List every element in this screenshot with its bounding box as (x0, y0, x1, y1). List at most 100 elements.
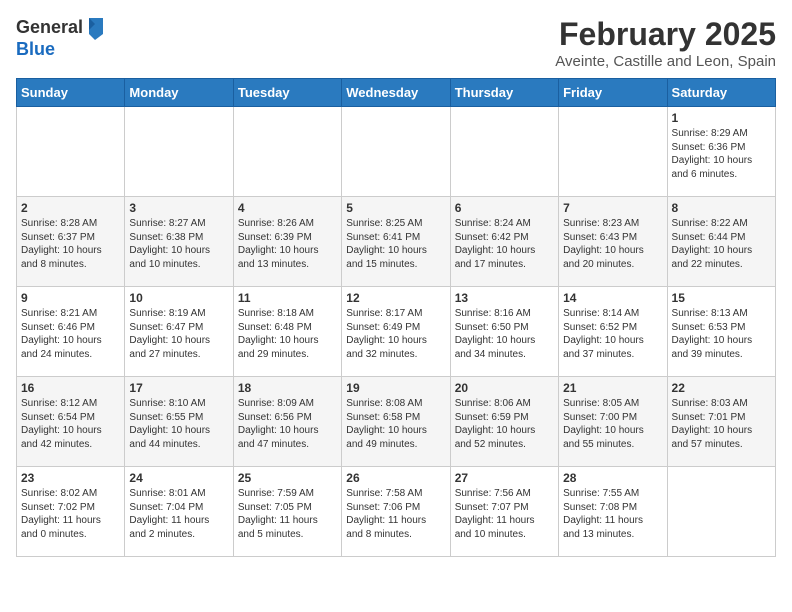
subtitle: Aveinte, Castille and Leon, Spain (555, 53, 776, 70)
day-info: Sunrise: 8:18 AM Sunset: 6:48 PM Dayligh… (238, 307, 337, 361)
day-info: Sunrise: 8:19 AM Sunset: 6:47 PM Dayligh… (129, 307, 228, 361)
day-info: Sunrise: 8:14 AM Sunset: 6:52 PM Dayligh… (563, 307, 662, 361)
day-number: 21 (563, 381, 662, 395)
day-info: Sunrise: 8:24 AM Sunset: 6:42 PM Dayligh… (455, 217, 554, 271)
calendar-week-row: 1 Sunrise: 8:29 AM Sunset: 6:36 PM Daylig… (17, 107, 776, 197)
title-area: February 2025 Aveinte, Castille and Leon… (555, 16, 776, 70)
day-info: Sunrise: 8:21 AM Sunset: 6:46 PM Dayligh… (21, 307, 120, 361)
day-info: Sunrise: 8:06 AM Sunset: 6:59 PM Dayligh… (455, 397, 554, 451)
calendar-day-cell: 3 Sunrise: 8:27 AM Sunset: 6:38 PM Daylig… (125, 197, 233, 287)
logo-icon (85, 16, 105, 40)
calendar-day-cell: 9 Sunrise: 8:21 AM Sunset: 6:46 PM Daylig… (17, 287, 125, 377)
weekday-header-cell: Sunday (17, 79, 125, 107)
calendar-day-cell: 16Sunrise: 8:12 AM Sunset: 6:54 PM Dayli… (17, 377, 125, 467)
day-number: 28 (563, 471, 662, 485)
calendar-day-cell: 25 Sunrise: 7:59 AM Sunset: 7:05 PM Dayli… (233, 467, 341, 557)
calendar-day-cell (233, 107, 341, 197)
calendar-week-row: 16Sunrise: 8:12 AM Sunset: 6:54 PM Dayli… (17, 377, 776, 467)
calendar-day-cell: 27 Sunrise: 7:56 AM Sunset: 7:07 PM Dayli… (450, 467, 558, 557)
day-info: Sunrise: 7:59 AM Sunset: 7:05 PM Dayligh… (238, 487, 337, 541)
day-info: Sunrise: 8:01 AM Sunset: 7:04 PM Dayligh… (129, 487, 228, 541)
day-number: 27 (455, 471, 554, 485)
weekday-header-cell: Thursday (450, 79, 558, 107)
day-number: 7 (563, 201, 662, 215)
calendar-day-cell: 8 Sunrise: 8:22 AM Sunset: 6:44 PM Daylig… (667, 197, 775, 287)
day-info: Sunrise: 8:03 AM Sunset: 7:01 PM Dayligh… (672, 397, 771, 451)
day-number: 18 (238, 381, 337, 395)
calendar-day-cell: 23 Sunrise: 8:02 AM Sunset: 7:02 PM Dayli… (17, 467, 125, 557)
day-number: 12 (346, 291, 445, 305)
day-info: Sunrise: 8:28 AM Sunset: 6:37 PM Dayligh… (21, 217, 120, 271)
day-info: Sunrise: 7:55 AM Sunset: 7:08 PM Dayligh… (563, 487, 662, 541)
calendar-day-cell: 7 Sunrise: 8:23 AM Sunset: 6:43 PM Daylig… (559, 197, 667, 287)
calendar-day-cell (125, 107, 233, 197)
day-info: Sunrise: 8:16 AM Sunset: 6:50 PM Dayligh… (455, 307, 554, 361)
day-number: 8 (672, 201, 771, 215)
day-info: Sunrise: 8:13 AM Sunset: 6:53 PM Dayligh… (672, 307, 771, 361)
day-number: 10 (129, 291, 228, 305)
day-info: Sunrise: 7:56 AM Sunset: 7:07 PM Dayligh… (455, 487, 554, 541)
day-number: 22 (672, 381, 771, 395)
day-info: Sunrise: 8:17 AM Sunset: 6:49 PM Dayligh… (346, 307, 445, 361)
calendar-day-cell: 5Sunrise: 8:25 AM Sunset: 6:41 PM Daylig… (342, 197, 450, 287)
calendar-day-cell: 10 Sunrise: 8:19 AM Sunset: 6:47 PM Dayli… (125, 287, 233, 377)
day-number: 1 (672, 111, 771, 125)
day-info: Sunrise: 8:05 AM Sunset: 7:00 PM Dayligh… (563, 397, 662, 451)
weekday-header-row: SundayMondayTuesdayWednesdayThursdayFrid… (17, 79, 776, 107)
day-info: Sunrise: 7:58 AM Sunset: 7:06 PM Dayligh… (346, 487, 445, 541)
calendar-day-cell: 2 Sunrise: 8:28 AM Sunset: 6:37 PM Daylig… (17, 197, 125, 287)
day-number: 11 (238, 291, 337, 305)
day-info: Sunrise: 8:23 AM Sunset: 6:43 PM Dayligh… (563, 217, 662, 271)
page-header: General Blue February 2025 Aveinte, Cast… (16, 16, 776, 70)
day-number: 15 (672, 291, 771, 305)
day-info: Sunrise: 8:09 AM Sunset: 6:56 PM Dayligh… (238, 397, 337, 451)
day-number: 26 (346, 471, 445, 485)
calendar-day-cell: 19 Sunrise: 8:08 AM Sunset: 6:58 PM Dayli… (342, 377, 450, 467)
calendar-day-cell (342, 107, 450, 197)
calendar-day-cell: 14Sunrise: 8:14 AM Sunset: 6:52 PM Dayli… (559, 287, 667, 377)
calendar-day-cell: 1 Sunrise: 8:29 AM Sunset: 6:36 PM Daylig… (667, 107, 775, 197)
calendar-day-cell: 12 Sunrise: 8:17 AM Sunset: 6:49 PM Dayli… (342, 287, 450, 377)
logo-blue-text: Blue (16, 40, 105, 60)
calendar-day-cell: 11 Sunrise: 8:18 AM Sunset: 6:48 PM Dayli… (233, 287, 341, 377)
calendar-day-cell: 28 Sunrise: 7:55 AM Sunset: 7:08 PM Dayli… (559, 467, 667, 557)
day-number: 2 (21, 201, 120, 215)
day-number: 24 (129, 471, 228, 485)
day-number: 25 (238, 471, 337, 485)
calendar-day-cell: 21 Sunrise: 8:05 AM Sunset: 7:00 PM Dayli… (559, 377, 667, 467)
day-number: 20 (455, 381, 554, 395)
day-number: 4 (238, 201, 337, 215)
weekday-header-cell: Monday (125, 79, 233, 107)
day-info: Sunrise: 8:22 AM Sunset: 6:44 PM Dayligh… (672, 217, 771, 271)
day-number: 6 (455, 201, 554, 215)
day-info: Sunrise: 8:10 AM Sunset: 6:55 PM Dayligh… (129, 397, 228, 451)
calendar-table: SundayMondayTuesdayWednesdayThursdayFrid… (16, 78, 776, 557)
day-number: 23 (21, 471, 120, 485)
weekday-header-cell: Wednesday (342, 79, 450, 107)
weekday-header-cell: Saturday (667, 79, 775, 107)
calendar-day-cell: 22 Sunrise: 8:03 AM Sunset: 7:01 PM Dayli… (667, 377, 775, 467)
day-info: Sunrise: 8:27 AM Sunset: 6:38 PM Dayligh… (129, 217, 228, 271)
main-title: February 2025 (555, 16, 776, 53)
calendar-day-cell: 24 Sunrise: 8:01 AM Sunset: 7:04 PM Dayli… (125, 467, 233, 557)
calendar-week-row: 9 Sunrise: 8:21 AM Sunset: 6:46 PM Daylig… (17, 287, 776, 377)
calendar-day-cell: 4Sunrise: 8:26 AM Sunset: 6:39 PM Daylig… (233, 197, 341, 287)
calendar-day-cell (17, 107, 125, 197)
day-number: 17 (129, 381, 228, 395)
day-number: 19 (346, 381, 445, 395)
day-info: Sunrise: 8:25 AM Sunset: 6:41 PM Dayligh… (346, 217, 445, 271)
day-number: 13 (455, 291, 554, 305)
calendar-day-cell: 18 Sunrise: 8:09 AM Sunset: 6:56 PM Dayli… (233, 377, 341, 467)
calendar-day-cell (450, 107, 558, 197)
day-number: 9 (21, 291, 120, 305)
logo: General Blue (16, 16, 105, 60)
day-info: Sunrise: 8:02 AM Sunset: 7:02 PM Dayligh… (21, 487, 120, 541)
calendar-day-cell: 13 Sunrise: 8:16 AM Sunset: 6:50 PM Dayli… (450, 287, 558, 377)
day-info: Sunrise: 8:12 AM Sunset: 6:54 PM Dayligh… (21, 397, 120, 451)
day-info: Sunrise: 8:08 AM Sunset: 6:58 PM Dayligh… (346, 397, 445, 451)
weekday-header-cell: Tuesday (233, 79, 341, 107)
day-info: Sunrise: 8:29 AM Sunset: 6:36 PM Dayligh… (672, 127, 771, 181)
calendar-day-cell: 17 Sunrise: 8:10 AM Sunset: 6:55 PM Dayli… (125, 377, 233, 467)
calendar-body: 1 Sunrise: 8:29 AM Sunset: 6:36 PM Daylig… (17, 107, 776, 557)
day-number: 3 (129, 201, 228, 215)
